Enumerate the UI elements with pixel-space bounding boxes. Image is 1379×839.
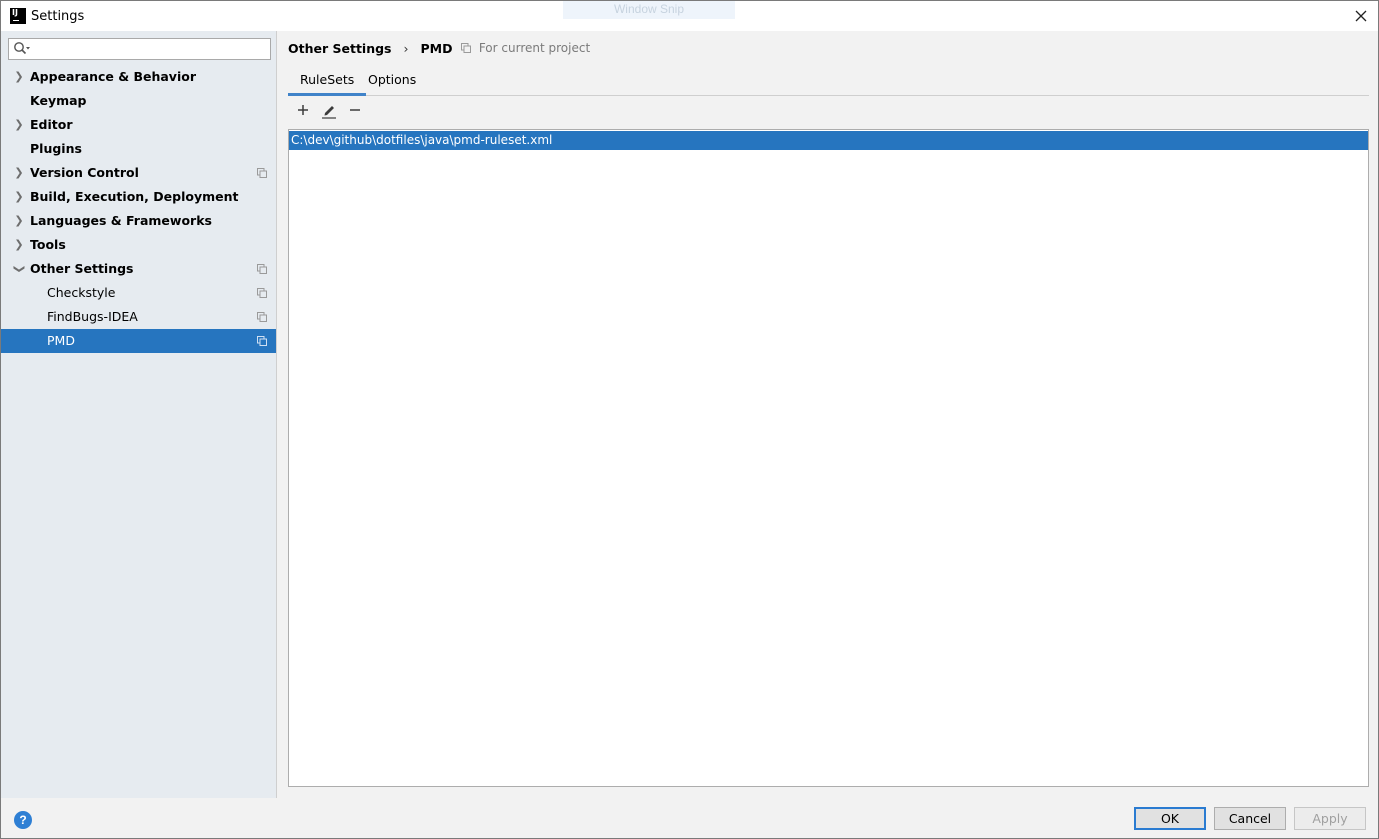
pencil-icon bbox=[322, 106, 336, 119]
sidebar-item-label: Version Control bbox=[30, 165, 139, 180]
sidebar-item-checkstyle[interactable]: Checkstyle bbox=[1, 281, 276, 305]
tab-options[interactable]: Options bbox=[356, 67, 428, 96]
rulesets-list[interactable]: C:\dev\github\dotfiles\java\pmd-ruleset.… bbox=[288, 129, 1369, 787]
sidebar-item-plugins[interactable]: Plugins bbox=[1, 137, 276, 161]
project-scope-icon bbox=[257, 312, 267, 322]
sidebar-item-languages-frameworks[interactable]: ❯ Languages & Frameworks bbox=[1, 209, 276, 233]
sidebar-item-label: Keymap bbox=[30, 93, 87, 108]
dialog-footer: ? OK Cancel Apply bbox=[1, 798, 1378, 838]
project-scope-icon bbox=[257, 264, 267, 274]
tab-rulesets[interactable]: RuleSets bbox=[288, 67, 367, 96]
sidebar-item-pmd[interactable]: PMD bbox=[1, 329, 276, 353]
breadcrumb: Other Settings › PMD bbox=[288, 41, 452, 59]
settings-sidebar: ❯ Appearance & Behavior Keymap ❯ Editor … bbox=[1, 31, 277, 798]
intellij-app-icon: IJ bbox=[10, 8, 26, 24]
sidebar-item-findbugs-idea[interactable]: FindBugs-IDEA bbox=[1, 305, 276, 329]
window-snip-overlay: Window Snip bbox=[563, 1, 735, 19]
chevron-right-icon[interactable]: ❯ bbox=[13, 185, 25, 209]
apply-button[interactable]: Apply bbox=[1294, 807, 1366, 830]
scope-note: For current project bbox=[461, 41, 590, 55]
scope-note-text: For current project bbox=[478, 41, 591, 55]
close-icon bbox=[1355, 10, 1367, 22]
sidebar-item-label: PMD bbox=[47, 333, 75, 348]
window-title: Settings bbox=[31, 9, 85, 24]
breadcrumb-parent: Other Settings bbox=[288, 41, 392, 56]
breadcrumb-separator: › bbox=[403, 41, 409, 56]
settings-tree: ❯ Appearance & Behavior Keymap ❯ Editor … bbox=[1, 65, 276, 353]
sidebar-item-label: Editor bbox=[30, 117, 73, 132]
help-button[interactable]: ? bbox=[14, 811, 32, 829]
sidebar-item-label: FindBugs-IDEA bbox=[47, 309, 138, 324]
add-ruleset-button[interactable] bbox=[292, 99, 314, 121]
plus-icon bbox=[298, 105, 308, 115]
list-item[interactable]: C:\dev\github\dotfiles\java\pmd-ruleset.… bbox=[289, 131, 1368, 150]
close-button[interactable] bbox=[1352, 7, 1370, 25]
settings-search-input[interactable] bbox=[33, 40, 267, 58]
sidebar-item-label: Build, Execution, Deployment bbox=[30, 189, 239, 204]
sidebar-item-build-execution-deployment[interactable]: ❯ Build, Execution, Deployment bbox=[1, 185, 276, 209]
sidebar-item-appearance-behavior[interactable]: ❯ Appearance & Behavior bbox=[1, 65, 276, 89]
sidebar-item-label: Checkstyle bbox=[47, 285, 116, 300]
title-bar: IJ Settings Window Snip bbox=[1, 1, 1378, 31]
cancel-button[interactable]: Cancel bbox=[1214, 807, 1286, 830]
breadcrumb-current: PMD bbox=[420, 41, 453, 56]
settings-content-panel: Other Settings › PMD For current project… bbox=[278, 31, 1379, 798]
sidebar-item-label: Other Settings bbox=[30, 261, 134, 276]
sidebar-item-label: Plugins bbox=[30, 141, 82, 156]
search-icon[interactable] bbox=[13, 41, 31, 57]
chevron-right-icon[interactable]: ❯ bbox=[13, 113, 25, 137]
settings-search-box[interactable] bbox=[8, 38, 271, 60]
chevron-right-icon[interactable]: ❯ bbox=[13, 65, 25, 89]
chevron-right-icon[interactable]: ❯ bbox=[13, 161, 25, 185]
project-scope-icon bbox=[257, 288, 267, 298]
tab-bar: RuleSets Options bbox=[288, 67, 1369, 96]
sidebar-item-other-settings[interactable]: ❯ Other Settings bbox=[1, 257, 276, 281]
sidebar-item-label: Tools bbox=[30, 237, 66, 252]
sidebar-item-label: Languages & Frameworks bbox=[30, 213, 212, 228]
project-scope-icon bbox=[257, 336, 267, 346]
sidebar-item-version-control[interactable]: ❯ Version Control bbox=[1, 161, 276, 185]
sidebar-item-label: Appearance & Behavior bbox=[30, 69, 196, 84]
sidebar-item-editor[interactable]: ❯ Editor bbox=[1, 113, 276, 137]
project-scope-icon bbox=[461, 43, 471, 53]
project-scope-icon bbox=[257, 168, 267, 178]
sidebar-item-tools[interactable]: ❯ Tools bbox=[1, 233, 276, 257]
chevron-right-icon[interactable]: ❯ bbox=[13, 233, 25, 257]
edit-ruleset-button[interactable] bbox=[318, 99, 340, 121]
chevron-right-icon[interactable]: ❯ bbox=[13, 209, 25, 233]
remove-ruleset-button[interactable] bbox=[344, 99, 366, 121]
chevron-down-icon[interactable]: ❯ bbox=[7, 263, 31, 275]
settings-dialog: IJ Settings Window Snip ❯ Appearance & B… bbox=[0, 0, 1379, 839]
minus-icon bbox=[350, 109, 360, 111]
ok-button[interactable]: OK bbox=[1134, 807, 1206, 830]
sidebar-item-keymap[interactable]: Keymap bbox=[1, 89, 276, 113]
